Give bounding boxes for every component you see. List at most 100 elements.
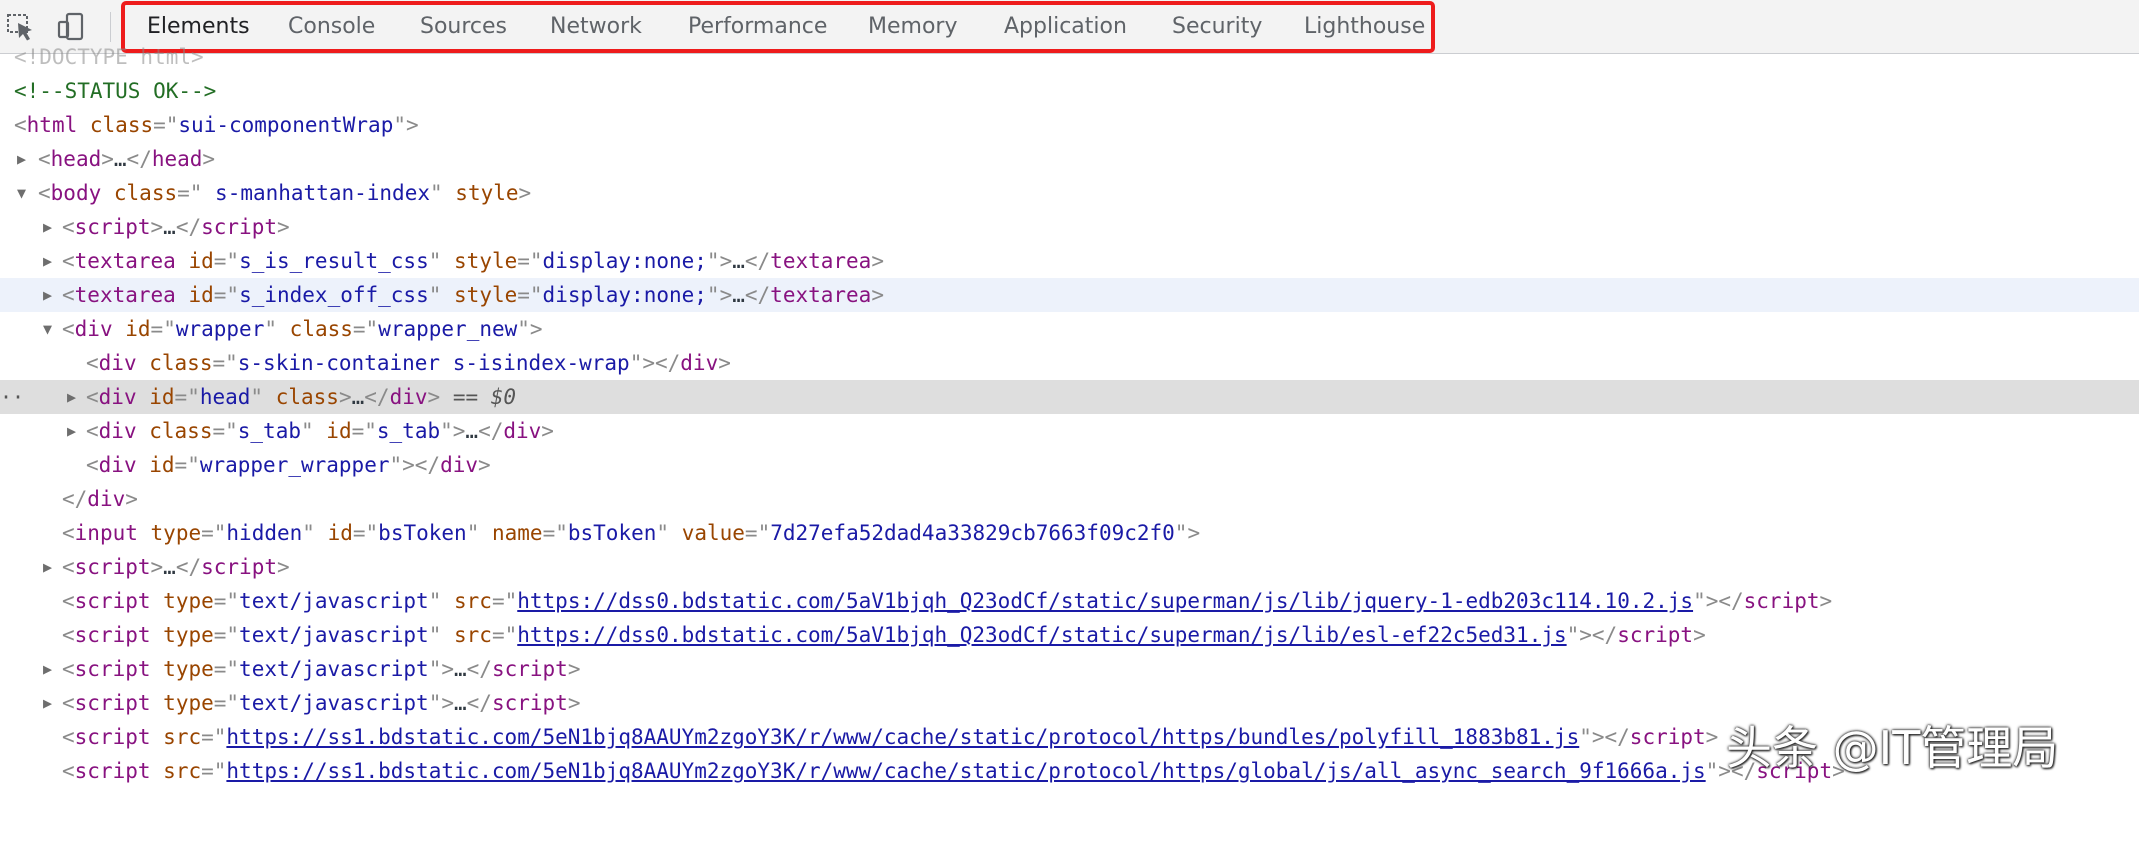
attr-value: bsToken <box>567 521 657 545</box>
attr-name: class <box>275 385 339 409</box>
expand-arrow-icon[interactable]: ▶ <box>67 380 76 414</box>
dom-node-textarea[interactable]: ▶ <textarea id="s_is_result_css" style="… <box>0 244 2139 278</box>
tag-name: textarea <box>74 283 176 307</box>
attr-name: id <box>149 385 175 409</box>
tag-name: div <box>98 419 137 443</box>
attr-name: src <box>454 589 492 613</box>
tag-name: script <box>491 657 568 681</box>
attr-name: id <box>188 283 214 307</box>
attr-name: class <box>149 351 213 375</box>
dom-tree: <!DOCTYPE html> <!--STATUS OK--> <html c… <box>0 45 2139 801</box>
collapse-arrow-icon[interactable]: ▼ <box>43 312 52 346</box>
attr-value: wrapper_new <box>378 317 518 341</box>
attr-name: style <box>454 283 518 307</box>
expand-arrow-icon[interactable]: ▶ <box>43 278 52 312</box>
script-src-link[interactable]: https://ss1.bdstatic.com/5eN1bjq8AAUYm2z… <box>226 725 1579 749</box>
tab-application[interactable]: Application <box>1004 12 1127 42</box>
tab-network[interactable]: Network <box>550 12 642 42</box>
dom-node-div-skin[interactable]: <div class="s-skin-container s-isindex-w… <box>0 346 2139 380</box>
attr-value: 7d27efa52dad4a33829cb7663f09c2f0 <box>770 521 1175 545</box>
dom-node-div-head-selected[interactable]: ·· ▶ <div id="head" class>…</div> == $0 <box>0 380 2139 414</box>
script-src-link[interactable]: https://dss0.bdstatic.com/5aV1bjqh_Q23od… <box>517 623 1566 647</box>
attr-name: id <box>149 453 175 477</box>
tab-security[interactable]: Security <box>1172 12 1262 42</box>
dom-node-script-jquery[interactable]: <script type="text/javascript" src="http… <box>0 584 2139 618</box>
dom-node-script-inline[interactable]: ▶ <script type="text/javascript">…</scri… <box>0 652 2139 686</box>
attr-value: display:none; <box>542 283 707 307</box>
script-src-link[interactable]: https://dss0.bdstatic.com/5aV1bjqh_Q23od… <box>517 589 1693 613</box>
tag-name: input <box>74 521 138 545</box>
attr-value: s_tab <box>237 419 301 443</box>
expand-arrow-icon[interactable]: ▶ <box>17 142 26 176</box>
dom-node-div-close[interactable]: </div> <box>0 482 2139 516</box>
tab-memory[interactable]: Memory <box>868 12 957 42</box>
device-toolbar-icon[interactable] <box>55 11 87 43</box>
tag-name: div <box>98 385 137 409</box>
tag-name: head <box>50 147 102 171</box>
expand-arrow-icon[interactable]: ▶ <box>43 686 52 720</box>
tag-name: div <box>98 453 137 477</box>
dom-node-script[interactable]: ▶ <script>…</script> <box>0 550 2139 584</box>
collapse-arrow-icon[interactable]: ▼ <box>17 176 26 210</box>
attr-name: type <box>163 623 214 647</box>
attr-name: id <box>326 419 352 443</box>
dom-node-textarea-hovered[interactable]: ▶ <textarea id="s_index_off_css" style="… <box>0 278 2139 312</box>
dom-node-comment[interactable]: <!--STATUS OK--> <box>0 74 2139 108</box>
watermark-text: 头条 @IT管理局 <box>1726 721 2059 775</box>
tag-name: script <box>74 725 151 749</box>
tag-name: div <box>98 351 137 375</box>
tag-name: textarea <box>770 249 872 273</box>
expand-arrow-icon[interactable]: ▶ <box>67 414 76 448</box>
tag-name: script <box>201 215 277 239</box>
attr-value: text/javascript <box>239 623 429 647</box>
expand-arrow-icon[interactable]: ▶ <box>43 244 52 278</box>
attr-name: style <box>454 249 518 273</box>
expand-arrow-icon[interactable]: ▶ <box>43 550 52 584</box>
dom-node-html[interactable]: <html class="sui-componentWrap"> <box>0 108 2139 142</box>
expand-arrow-icon[interactable]: ▶ <box>43 652 52 686</box>
tab-elements[interactable]: Elements <box>147 12 250 42</box>
dom-node-head[interactable]: ▶ <head>…</head> <box>0 142 2139 176</box>
dom-node-input-token[interactable]: <input type="hidden" id="bsToken" name="… <box>0 516 2139 550</box>
tag-name: script <box>1629 725 1706 749</box>
selected-node-marker: == $0 <box>452 385 517 409</box>
tab-console[interactable]: Console <box>288 12 375 42</box>
tag-name: script <box>74 623 151 647</box>
inspect-element-icon[interactable] <box>5 11 37 43</box>
expand-arrow-icon[interactable]: ▶ <box>43 210 52 244</box>
attr-value: s-skin-container s-isindex-wrap <box>237 351 630 375</box>
attr-name: class <box>89 113 154 137</box>
toolbar-divider <box>110 12 111 42</box>
dom-node-body[interactable]: ▼ <body class=" s-manhattan-index" style… <box>0 176 2139 210</box>
dom-node-script-inline[interactable]: ▶ <script type="text/javascript">…</scri… <box>0 686 2139 720</box>
tag-name: script <box>74 657 151 681</box>
dom-node-script-esl[interactable]: <script type="text/javascript" src="http… <box>0 618 2139 652</box>
dom-node-div-s-tab[interactable]: ▶ <div class="s_tab" id="s_tab">…</div> <box>0 414 2139 448</box>
tab-sources[interactable]: Sources <box>420 12 507 42</box>
attr-name: type <box>163 589 214 613</box>
tab-performance[interactable]: Performance <box>688 12 827 42</box>
tag-name: html <box>26 113 78 137</box>
dom-node-doctype[interactable]: <!DOCTYPE html> <box>0 40 2139 74</box>
attr-value: s_index_off_css <box>239 283 429 307</box>
tag-name: textarea <box>74 249 176 273</box>
attr-name: id <box>188 249 214 273</box>
tag-name: div <box>503 419 542 443</box>
tag-name: script <box>74 215 151 239</box>
tag-name: div <box>87 487 126 511</box>
attr-value: text/javascript <box>239 657 429 681</box>
attr-value: display:none; <box>542 249 707 273</box>
attr-name: style <box>455 181 519 205</box>
script-src-link[interactable]: https://ss1.bdstatic.com/5eN1bjq8AAUYm2z… <box>226 759 1705 783</box>
dom-node-div-wrapper-wrapper[interactable]: <div id="wrapper_wrapper"></div> <box>0 448 2139 482</box>
tab-lighthouse[interactable]: Lighthouse <box>1304 12 1425 42</box>
doctype-text: <!DOCTYPE html> <box>14 45 204 69</box>
attr-value: head <box>199 385 251 409</box>
tag-name: div <box>74 317 113 341</box>
attr-name: id <box>125 317 151 341</box>
more-options-icon[interactable]: ·· <box>0 380 24 414</box>
attr-name: src <box>163 725 202 749</box>
dom-node-script[interactable]: ▶ <script>…</script> <box>0 210 2139 244</box>
dom-node-div-wrapper[interactable]: ▼ <div id="wrapper" class="wrapper_new"> <box>0 312 2139 346</box>
attr-value: hidden <box>226 521 303 545</box>
